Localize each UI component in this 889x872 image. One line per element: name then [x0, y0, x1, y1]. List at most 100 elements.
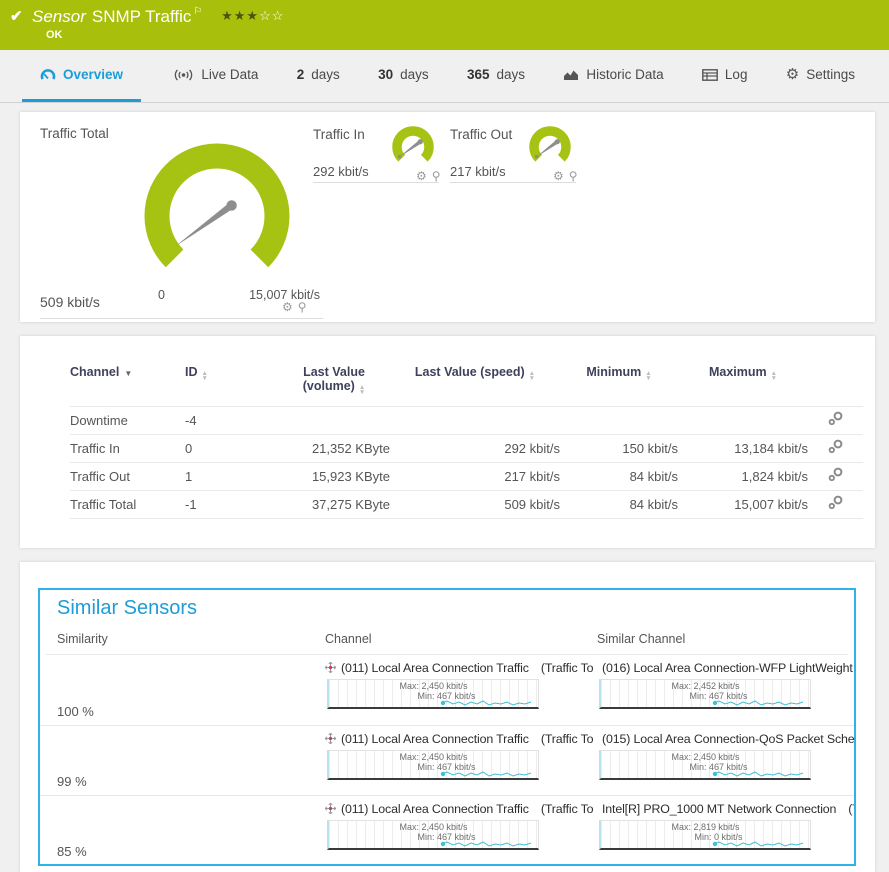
sensor-header: ✔ SensorSNMP Traffic⚐ ★★★☆☆ OK — [0, 0, 889, 50]
divider — [450, 182, 576, 183]
priority-stars[interactable]: ★★★☆☆ — [221, 8, 284, 23]
cell-minimum: 84 kbit/s — [560, 462, 678, 490]
cell-volume: 15,923 KByte — [278, 462, 390, 490]
col-header-similar-channel: Similar Channel — [597, 632, 854, 646]
sort-icon: ▲▼ — [359, 386, 365, 396]
edit-channel-button[interactable] — [808, 406, 863, 434]
traffic-total-value: 509 kbit/s — [40, 294, 100, 310]
channel-name: (011) Local Area Connection Traffic — [341, 661, 529, 675]
gauge-icon — [40, 68, 56, 81]
traffic-in-gauge — [386, 123, 440, 169]
col-header-channel[interactable]: Channel▼ — [70, 361, 185, 406]
channel-name-suffix: (To — [848, 802, 854, 816]
cell-maximum: 15,007 kbit/s — [678, 490, 808, 518]
similarity-value: 99 % — [57, 774, 325, 795]
move-icon[interactable] — [325, 803, 336, 814]
similar-channel-mini-graph: Max: 2,452 kbit/s Min: 467 kbit/s — [599, 679, 811, 709]
table-header-row: Channel▼ ID▲▼ Last Value (volume)▲▼ Last… — [70, 361, 863, 406]
area-chart-icon — [563, 69, 579, 81]
table-row: Traffic Out 1 15,923 KByte 217 kbit/s 84… — [70, 462, 863, 490]
col-header-minimum[interactable]: Minimum▲▼ — [560, 361, 678, 406]
pin-icon[interactable]: ⚲ — [298, 301, 307, 313]
col-header-actions — [808, 361, 863, 406]
tab-log[interactable]: Log — [696, 50, 754, 102]
gear-icon: ⚙ — [786, 67, 799, 82]
col-header-speed[interactable]: Last Value (speed)▲▼ — [390, 361, 560, 406]
channel-table: Channel▼ ID▲▼ Last Value (volume)▲▼ Last… — [70, 361, 863, 519]
edit-channel-button[interactable] — [808, 462, 863, 490]
channel-name-suffix: (Traffic To — [541, 802, 594, 816]
tab-historic-data[interactable]: Historic Data — [557, 50, 669, 102]
tab-overview[interactable]: Overview — [22, 50, 141, 102]
similar-sensors-rows: 100 % (011) Local Area Connection Traffi… — [40, 655, 854, 865]
cell-speed: 292 kbit/s — [390, 434, 560, 462]
gauges-panel: Traffic Total 0 15,007 kbit/s 509 kbit/s… — [20, 112, 875, 322]
cell-speed: 509 kbit/s — [390, 490, 560, 518]
sparkline — [329, 751, 541, 781]
sort-icon: ▲▼ — [202, 372, 208, 382]
gauge-needle — [175, 203, 234, 247]
sparkline — [601, 821, 813, 851]
cell-id: 1 — [185, 462, 278, 490]
channel-name-suffix: (Traffic To — [541, 732, 594, 746]
cell-minimum — [560, 406, 678, 434]
gauge-settings-icon[interactable]: ⚙ — [282, 301, 293, 313]
cell-speed — [390, 406, 560, 434]
traffic-out-value: 217 kbit/s — [450, 164, 506, 179]
similar-channel-cell: (015) Local Area Connection-QoS Packet S… — [597, 726, 854, 795]
tab-settings[interactable]: ⚙ Settings — [780, 50, 861, 102]
channel-name: (015) Local Area Connection-QoS Packet S… — [602, 732, 854, 746]
tab-30-days[interactable]: 30 days — [372, 50, 435, 102]
gauge-settings-icon[interactable]: ⚙ — [416, 170, 427, 182]
tab-2-days[interactable]: 2 days — [291, 50, 346, 102]
table-row: Downtime -4 — [70, 406, 863, 434]
similar-sensor-row: 99 % (011) Local Area Connection Traffic… — [40, 725, 854, 795]
col-header-maximum[interactable]: Maximum▲▼ — [678, 361, 808, 406]
sensor-kind-label: Sensor — [32, 7, 86, 26]
col-header-id[interactable]: ID▲▼ — [185, 361, 278, 406]
sort-desc-icon: ▼ — [124, 369, 132, 378]
cell-minimum: 150 kbit/s — [560, 434, 678, 462]
traffic-in-value: 292 kbit/s — [313, 164, 369, 179]
col-header-volume[interactable]: Last Value (volume)▲▼ — [278, 361, 390, 406]
traffic-out-gauge — [523, 123, 577, 169]
pin-icon[interactable]: ⚲ — [569, 170, 578, 182]
gauge-actions: ⚙ ⚲ — [282, 301, 307, 313]
cell-id: -1 — [185, 490, 278, 518]
cell-volume — [278, 406, 390, 434]
col-header-channel: Channel — [325, 632, 597, 646]
edit-channel-button[interactable] — [808, 490, 863, 518]
channel-mini-graph: Max: 2,450 kbit/s Min: 467 kbit/s — [327, 679, 539, 709]
move-icon[interactable] — [325, 733, 336, 744]
flag-icon[interactable]: ⚐ — [193, 6, 202, 17]
divider — [40, 318, 323, 319]
status-badge: OK — [46, 29, 63, 41]
divider — [313, 182, 439, 183]
channel-mini-graph: Max: 2,450 kbit/s Min: 467 kbit/s — [327, 750, 539, 780]
log-icon — [702, 69, 718, 81]
cell-maximum: 1,824 kbit/s — [678, 462, 808, 490]
gauge-settings-icon[interactable]: ⚙ — [553, 170, 564, 182]
stars-empty: ☆☆ — [259, 8, 284, 23]
pin-icon[interactable]: ⚲ — [432, 170, 441, 182]
traffic-total-label: Traffic Total — [40, 126, 109, 141]
channel-name: (011) Local Area Connection Traffic — [341, 802, 529, 816]
stars-filled: ★★★ — [221, 8, 259, 23]
channel-table-panel: Channel▼ ID▲▼ Last Value (volume)▲▼ Last… — [20, 336, 875, 548]
move-icon[interactable] — [325, 662, 336, 673]
tab-365-days[interactable]: 365 days — [461, 50, 531, 102]
channel-name: (011) Local Area Connection Traffic — [341, 732, 529, 746]
similar-channel-mini-graph: Max: 2,450 kbit/s Min: 467 kbit/s — [599, 750, 811, 780]
cell-id: -4 — [185, 406, 278, 434]
edit-channel-button[interactable] — [808, 434, 863, 462]
channel-settings-icon — [828, 439, 844, 454]
broadcast-icon — [173, 69, 194, 81]
table-row: Traffic Total -1 37,275 KByte 509 kbit/s… — [70, 490, 863, 518]
similar-channel-cell: Intel[R] PRO_1000 MT Network Connection(… — [597, 796, 854, 865]
tab-live-data[interactable]: Live Data — [167, 50, 264, 102]
cell-speed: 217 kbit/s — [390, 462, 560, 490]
channel-settings-icon — [828, 467, 844, 482]
channel-cell: (011) Local Area Connection Traffic(Traf… — [325, 655, 597, 725]
sparkline — [601, 751, 813, 781]
traffic-out-label: Traffic Out — [450, 127, 512, 142]
